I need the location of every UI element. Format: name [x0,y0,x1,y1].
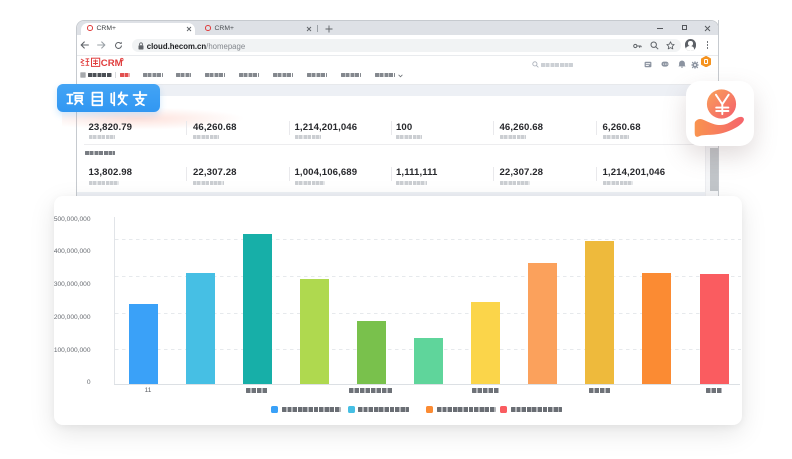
svg-text:CRM: CRM [100,58,122,68]
